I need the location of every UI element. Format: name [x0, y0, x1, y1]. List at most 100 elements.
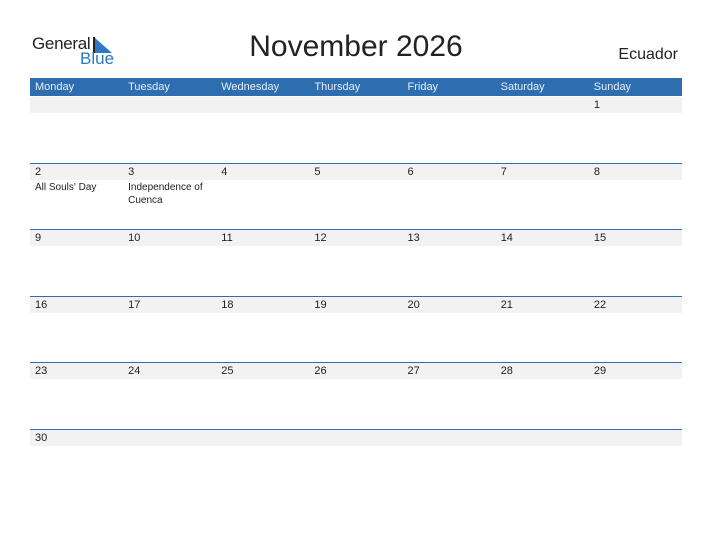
day-cell[interactable]: 30: [30, 430, 123, 496]
day-number: 3: [128, 166, 135, 178]
day-cell[interactable]: 29: [589, 363, 682, 429]
day-number: [221, 97, 309, 113]
holiday-label: [501, 113, 587, 114]
holiday-label: All Souls' Day: [35, 182, 97, 193]
week-row: 23 24 25 26 27 28 29: [30, 362, 682, 429]
day-cell[interactable]: 26: [309, 363, 402, 429]
holiday-label: [128, 246, 214, 247]
day-cell[interactable]: 4: [216, 164, 309, 230]
day-cell[interactable]: 24: [123, 363, 216, 429]
day-number: 18: [221, 299, 234, 311]
day-number: 9: [35, 232, 42, 244]
day-cell[interactable]: [216, 430, 309, 496]
day-number: 23: [35, 365, 48, 377]
day-cell[interactable]: [216, 97, 309, 163]
week-row: 9 10 11 12 13 14 15: [30, 229, 682, 296]
holiday-label: [221, 246, 307, 247]
day-cell[interactable]: 8: [589, 164, 682, 230]
weekday-sunday: Sunday: [593, 81, 632, 93]
week-row: 30: [30, 429, 682, 496]
holiday-label: [501, 246, 587, 247]
holiday-label: [594, 313, 680, 314]
day-cell[interactable]: 10: [123, 230, 216, 296]
day-number: [128, 97, 216, 113]
holiday-label: [314, 446, 400, 447]
day-number: 28: [500, 365, 513, 377]
day-cell[interactable]: 19: [309, 297, 402, 363]
day-cell[interactable]: 22: [589, 297, 682, 363]
day-number: 25: [221, 365, 234, 377]
weekday-header: Monday Tuesday Wednesday Thursday Friday…: [30, 78, 682, 96]
day-cell[interactable]: 17: [123, 297, 216, 363]
holiday-label: [408, 446, 494, 447]
day-number: 1: [593, 99, 600, 111]
day-cell[interactable]: 7: [496, 164, 589, 230]
day-cell[interactable]: [30, 97, 123, 163]
day-number: 2: [35, 166, 42, 178]
day-cell[interactable]: 5: [309, 164, 402, 230]
day-number: [594, 430, 682, 446]
weekday-friday: Friday: [407, 81, 439, 93]
day-cell[interactable]: 27: [403, 363, 496, 429]
holiday-label: Independence of Cuenca: [128, 182, 203, 206]
day-cell[interactable]: [123, 430, 216, 496]
day-number: 30: [35, 432, 48, 444]
day-cell[interactable]: 15: [589, 230, 682, 296]
day-cell[interactable]: 3 Independence of Cuenca: [123, 164, 216, 230]
day-cell[interactable]: 11: [216, 230, 309, 296]
day-cell[interactable]: 23: [30, 363, 123, 429]
day-number: 4: [221, 166, 228, 178]
day-cell[interactable]: 20: [403, 297, 496, 363]
day-cell[interactable]: 18: [216, 297, 309, 363]
holiday-label: [221, 313, 307, 314]
day-cell[interactable]: 28: [496, 363, 589, 429]
day-number: 7: [500, 166, 507, 178]
day-cell[interactable]: 25: [216, 363, 309, 429]
day-cell[interactable]: [403, 97, 496, 163]
day-cell[interactable]: 9: [30, 230, 123, 296]
holiday-label: [221, 113, 307, 114]
holiday-label: [35, 313, 121, 314]
day-cell[interactable]: [403, 430, 496, 496]
day-cell[interactable]: [309, 97, 402, 163]
day-number: 13: [407, 232, 420, 244]
holiday-label: [408, 246, 494, 247]
day-cell[interactable]: [496, 97, 589, 163]
week-row: 1: [30, 97, 682, 163]
day-cell[interactable]: 6: [403, 164, 496, 230]
day-cell[interactable]: [309, 430, 402, 496]
day-number: 29: [593, 365, 607, 377]
holiday-label: [314, 313, 400, 314]
weekday-thursday: Thursday: [314, 81, 361, 93]
day-cell[interactable]: [496, 430, 589, 496]
day-cell[interactable]: 12: [309, 230, 402, 296]
day-number: [408, 97, 496, 113]
holiday-label: [501, 313, 587, 314]
day-number: 6: [407, 166, 414, 178]
day-number: [314, 97, 402, 113]
holiday-label: [128, 379, 214, 380]
day-cell[interactable]: [589, 430, 682, 496]
holiday-label: [408, 113, 494, 114]
day-cell[interactable]: 16: [30, 297, 123, 363]
day-number: [501, 97, 589, 113]
weekday-wednesday: Wednesday: [221, 81, 280, 93]
day-number: 22: [593, 299, 607, 311]
day-cell[interactable]: 1: [589, 97, 682, 163]
day-cell[interactable]: 2 All Souls' Day: [30, 164, 123, 230]
day-number: [221, 430, 309, 446]
day-number: 10: [128, 232, 141, 244]
holiday-label: [35, 446, 121, 447]
day-number: 17: [128, 299, 141, 311]
day-cell[interactable]: 21: [496, 297, 589, 363]
calendar-title: November 2026: [249, 30, 463, 63]
day-cell[interactable]: [123, 97, 216, 163]
day-number: [501, 430, 589, 446]
day-number: 8: [593, 166, 600, 178]
week-row: 2 All Souls' Day 3 Independence of Cuenca 4 5…: [30, 163, 682, 230]
day-number: 20: [407, 299, 420, 311]
day-cell[interactable]: 13: [403, 230, 496, 296]
day-number: 16: [35, 299, 48, 311]
week-row: 16 17 18 19 20 21 22: [30, 296, 682, 363]
day-cell[interactable]: 14: [496, 230, 589, 296]
